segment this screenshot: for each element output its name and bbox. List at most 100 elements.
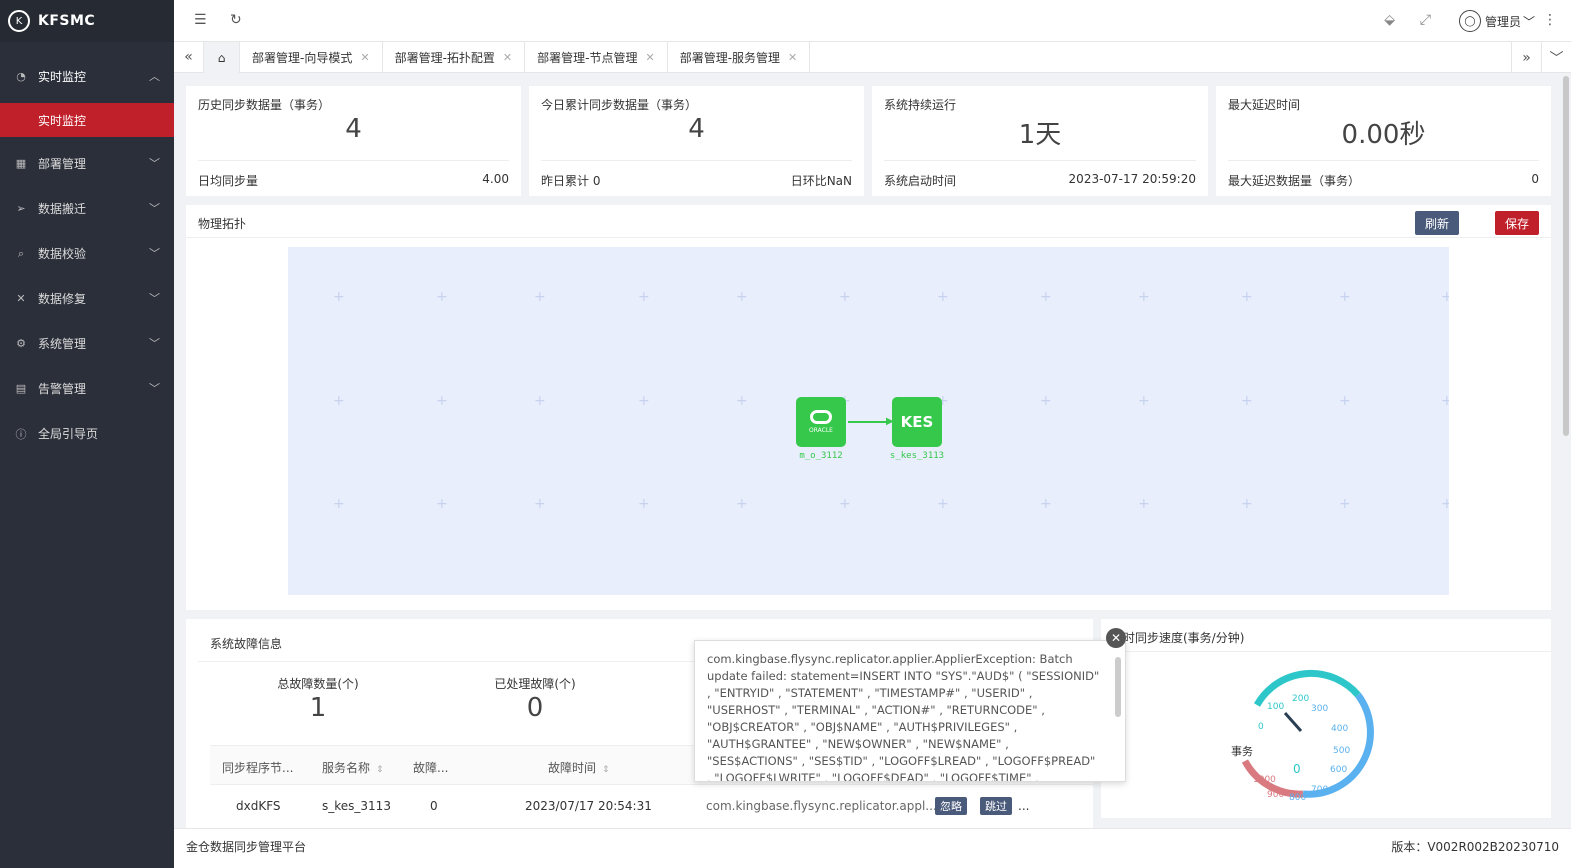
total-faults-value: 1 [309,693,327,723]
cell-node: dxdKFS [236,799,281,813]
divider [198,160,509,161]
tab-label: 部署管理-拓扑配置 [394,51,495,65]
stat-foot-value: 4.00 [482,172,509,186]
tab-scroll-left-icon[interactable]: « [174,42,204,72]
app-logo[interactable]: K KFSMC [0,0,174,42]
handled-faults-value: 0 [526,693,544,723]
close-icon[interactable]: ✕ [360,51,369,64]
gauge-tick: 900 [1267,790,1284,800]
sidebar-item-guide[interactable]: ⓘ 全局引导页 [0,411,174,456]
grid-cross-icon: + [1138,289,1150,305]
topology-node-kes[interactable]: KES s_kes_3113 [890,397,944,461]
gauge-tick: 1000 [1253,775,1276,785]
gear-icon: ⚙ [16,337,26,350]
grid-cross-icon: + [333,289,345,305]
send-icon: ➢ [16,202,26,215]
tab-deploy-topology[interactable]: 部署管理-拓扑配置 ✕ [383,42,526,73]
topology-canvas[interactable]: ++++++++++++++++++++++++++++++++++++ ▶ O… [288,247,1449,595]
grid-cross-icon: + [1339,393,1351,409]
stat-title: 系统持续运行 [884,98,957,112]
close-icon[interactable]: ✕ [503,51,512,64]
save-button[interactable]: 保存 [1494,211,1539,235]
grid-cross-icon: + [436,496,448,512]
sidebar-item-alert[interactable]: ▤ 告警管理 ﹀ [0,366,174,411]
sidebar-item-system[interactable]: ⚙ 系统管理 ﹀ [0,321,174,366]
chevron-up-icon: ︿ [149,70,160,83]
close-icon[interactable]: ✕ [645,51,654,64]
gauge-tick: 100 [1267,702,1284,712]
more-icon[interactable]: ⋮ [1543,12,1557,28]
sidebar-subitem-monitor[interactable]: 实时监控 [0,103,174,137]
menu-collapse-icon[interactable]: ☰ [194,12,207,28]
sidebar-item-migrate[interactable]: ➢ 数据搬迁 ﹀ [0,186,174,231]
close-icon[interactable]: ✕ [788,51,797,64]
grid-cross-icon: + [638,289,650,305]
logo-icon: K [8,10,30,32]
dashboard-icon: ◔ [16,70,26,83]
handled-faults-label: 已处理故障(个) [494,677,576,691]
tab-deploy-nodes[interactable]: 部署管理-节点管理 ✕ [525,42,668,73]
tooltip-text: com.kingbase.flysync.replicator.applier.… [707,652,1100,782]
gauge-tick: 400 [1331,724,1348,734]
cell-message[interactable]: com.kingbase.flysync.replicator.appl... [706,799,937,813]
alert-icon: ▤ [15,382,27,395]
user-menu[interactable]: ◯ 管理员 ﹀ [1458,10,1535,32]
tag-icon[interactable]: ⬙ [1384,12,1395,28]
tab-home[interactable]: ⌂ [204,42,240,73]
grid-cross-icon: + [333,496,345,512]
tab-deploy-services[interactable]: 部署管理-服务管理 ✕ [668,42,811,73]
col-service[interactable]: 服务名称 ⇕ [322,759,384,776]
tab-deploy-wizard[interactable]: 部署管理-向导模式 ✕ [240,42,383,73]
sidebar-item-repair[interactable]: ✕ 数据修复 ﹀ [0,276,174,321]
grid-cross-icon: + [937,289,949,305]
top-bar: ☰ ↻ ⬙ ⤢ ◯ 管理员 ﹀ ⋮ [174,0,1571,42]
grid-cross-icon: + [736,289,748,305]
tab-bar: « ⌂ 部署管理-向导模式 ✕ 部署管理-拓扑配置 ✕ 部署管理-节点管理 ✕ 部署管… [174,42,1571,73]
stat-card-today: 今日累计同步数据量（事务） 4 昨日累计 0 日环比NaN [529,86,864,196]
chevron-down-icon: ﹀ [149,337,160,350]
grid-cross-icon: + [436,289,448,305]
tab-menu-chevron-icon[interactable]: ﹀ [1541,42,1571,73]
footer: 金仓数据同步管理平台 版本：V002R002B20230710 [174,828,1571,868]
topology-node-oracle[interactable]: ORACLE m_o_3112 [796,397,846,461]
topology-link[interactable] [848,421,890,423]
refresh-icon[interactable]: ↻ [230,12,242,28]
more-actions[interactable]: ... [1018,799,1029,813]
grid-cross-icon: + [937,496,949,512]
tab-label: 部署管理-服务管理 [679,51,781,65]
sidebar-item-deploy[interactable]: ▦ 部署管理 ﹀ [0,141,174,186]
ignore-button[interactable]: 忽略 [935,797,967,815]
grid-cross-icon: + [1339,496,1351,512]
col-code[interactable]: 故障... [413,759,448,776]
gauge-label: 事务 [1231,745,1253,758]
sidebar-item-label: 告警管理 [38,382,87,396]
error-tooltip: com.kingbase.flysync.replicator.applier.… [694,640,1126,782]
stat-foot-label: 日均同步量 [198,174,259,188]
grid-icon: ▦ [15,157,27,170]
sidebar-item-label: 系统管理 [38,337,87,351]
stat-foot-value: 0 [1531,172,1539,186]
chevron-down-icon: ﹀ [149,382,160,395]
refresh-button[interactable]: 刷新 [1414,211,1459,235]
col-node[interactable]: 同步程序节... [222,759,293,776]
grid-cross-icon: + [534,393,546,409]
tab-scroll-right-icon[interactable]: » [1511,42,1541,73]
page-scrollbar[interactable] [1563,76,1569,436]
sidebar-item-verify[interactable]: ⌕ 数据校验 ﹀ [0,231,174,276]
fullscreen-icon[interactable]: ⤢ [1420,12,1431,28]
gauge-tick: 700 [1311,785,1328,795]
gauge-tick: 600 [1330,765,1347,775]
close-icon[interactable]: ✕ [1106,628,1126,648]
sidebar-item-monitor[interactable]: ◔ 实时监控 ︿ [0,54,174,99]
grid-cross-icon: + [839,496,851,512]
col-time[interactable]: 故障时间 ⇕ [548,759,610,776]
skip-button[interactable]: 跳过 [980,797,1012,815]
tab-label: 部署管理-节点管理 [537,51,638,65]
sidebar-item-label: 部署管理 [38,157,87,171]
grid-cross-icon: + [1138,496,1150,512]
user-name: 管理员 [1484,14,1521,29]
divider [884,160,1196,161]
col-label: 故障时间 [548,761,597,775]
stat-card-uptime: 系统持续运行 1天 系统启动时间 2023-07-17 20:59:20 [872,86,1208,196]
tooltip-scrollbar[interactable] [1115,657,1121,717]
